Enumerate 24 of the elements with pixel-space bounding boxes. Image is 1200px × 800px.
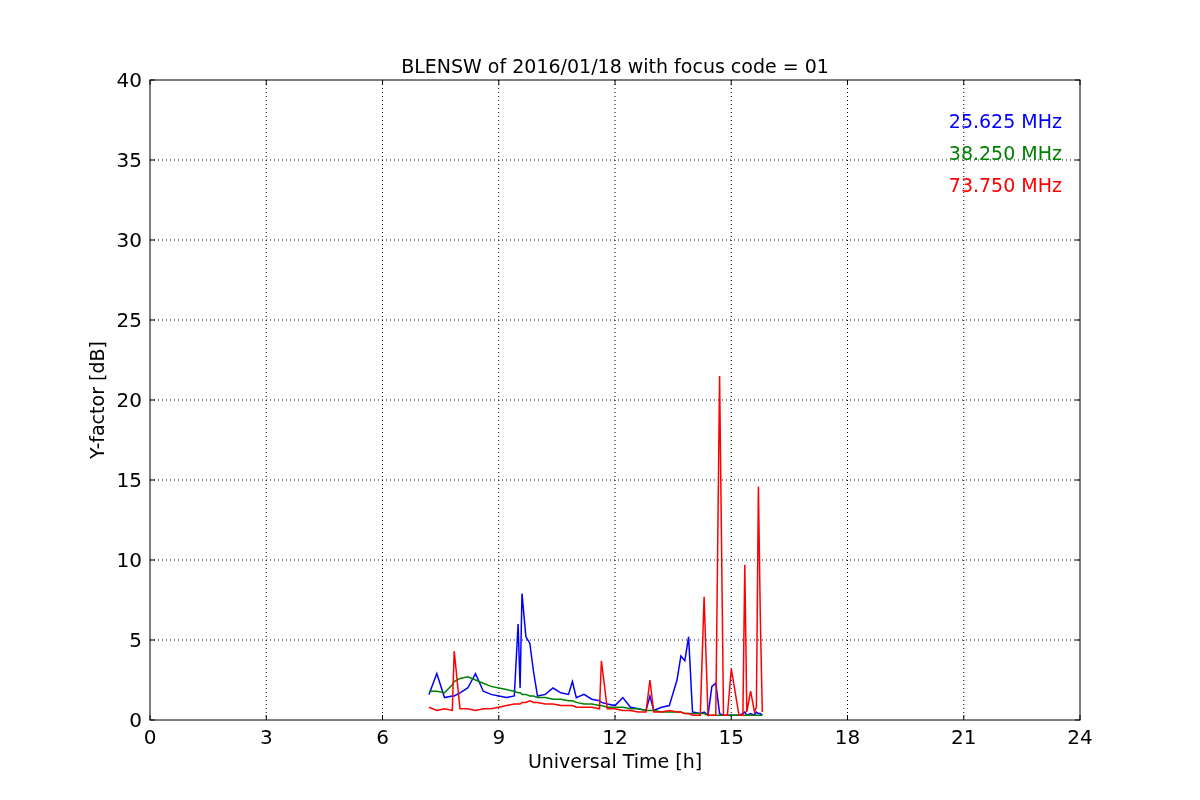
x-tick-label: 24 xyxy=(1067,725,1093,749)
y-tick-label: 35 xyxy=(116,148,142,172)
x-tick-label: 21 xyxy=(951,725,977,749)
y-axis-label: Y-factor [dB] xyxy=(86,341,108,459)
x-tick-label: 18 xyxy=(834,725,861,749)
y-tick-label: 10 xyxy=(116,548,142,572)
legend-label: 38.250 MHz xyxy=(948,142,1062,164)
x-tick-label: 3 xyxy=(259,725,273,749)
legend-label: 25.625 MHz xyxy=(948,110,1062,132)
x-tick-label: 0 xyxy=(143,725,157,749)
y-tick-label: 0 xyxy=(129,708,142,732)
y-tick-label: 25 xyxy=(116,308,142,332)
x-tick-label: 15 xyxy=(718,725,744,749)
y-tick-label: 15 xyxy=(116,468,142,492)
y-tick-label: 30 xyxy=(116,228,142,252)
x-tick-label: 6 xyxy=(376,725,389,749)
x-tick-label: 12 xyxy=(602,725,628,749)
x-tick-label: 9 xyxy=(492,725,506,749)
chart-title: BLENSW of 2016/01/18 with focus code = 01 xyxy=(401,55,829,77)
y-tick-label: 40 xyxy=(116,68,142,92)
legend-label: 73.750 MHz xyxy=(948,174,1062,196)
y-tick-label: 20 xyxy=(116,388,142,412)
y-tick-label: 5 xyxy=(129,628,142,652)
x-axis-label: Universal Time [h] xyxy=(527,750,703,772)
